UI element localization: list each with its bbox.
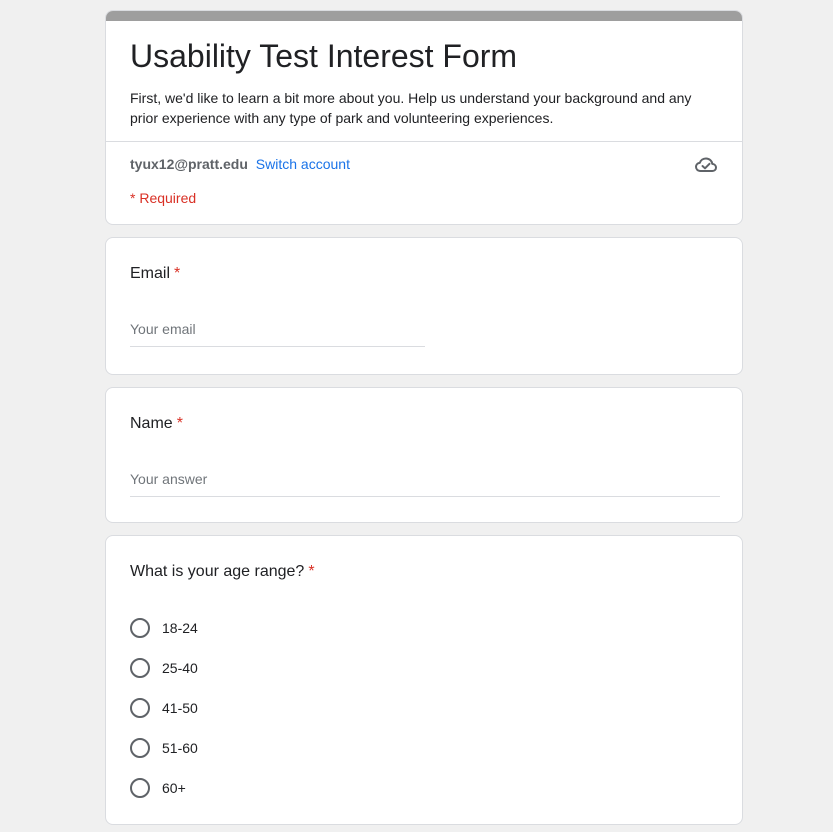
age-question-card: What is your age range? * 18-24 25-40 41-… <box>105 535 743 825</box>
radio-button[interactable] <box>130 778 150 798</box>
required-note: * Required <box>130 190 197 206</box>
header-divider <box>106 141 742 142</box>
required-asterisk: * <box>308 563 315 580</box>
radio-button[interactable] <box>130 658 150 678</box>
name-question-card: Name * <box>105 387 743 523</box>
age-question-title: What is your age range? * <box>130 560 315 584</box>
required-asterisk: * <box>174 265 181 282</box>
switch-account-link[interactable]: Switch account <box>256 156 350 172</box>
radio-option-41-50[interactable]: 41-50 <box>130 688 198 728</box>
radio-label: 60+ <box>162 780 186 796</box>
radio-button[interactable] <box>130 618 150 638</box>
radio-option-25-40[interactable]: 25-40 <box>130 648 198 688</box>
radio-button[interactable] <box>130 698 150 718</box>
form-description: First, we'd like to learn a bit more abo… <box>130 90 692 126</box>
radio-button[interactable] <box>130 738 150 758</box>
radio-label: 18-24 <box>162 620 198 636</box>
account-row: tyux12@pratt.edu Switch account <box>130 154 350 174</box>
cloud-check-icon[interactable] <box>694 155 718 175</box>
radio-option-18-24[interactable]: 18-24 <box>130 608 198 648</box>
name-label: Name <box>130 415 173 432</box>
email-label: Email <box>130 265 171 282</box>
form-header-card: Usability Test Interest Form First, we'd… <box>105 10 743 225</box>
radio-label: 41-50 <box>162 700 198 716</box>
email-question-title: Email * <box>130 262 180 286</box>
age-label: What is your age range? <box>130 563 305 580</box>
radio-label: 25-40 <box>162 660 198 676</box>
radio-option-60-plus[interactable]: 60+ <box>130 768 198 808</box>
account-email: tyux12@pratt.edu <box>130 156 248 172</box>
name-question-title: Name * <box>130 412 183 436</box>
header-accent-bar <box>106 11 742 21</box>
name-field[interactable] <box>130 468 720 497</box>
email-question-card: Email * <box>105 237 743 375</box>
required-asterisk: * <box>176 415 183 432</box>
age-radio-group: 18-24 25-40 41-50 51-60 60+ <box>130 608 198 808</box>
radio-option-51-60[interactable]: 51-60 <box>130 728 198 768</box>
radio-label: 51-60 <box>162 740 198 756</box>
form-title: Usability Test Interest Form <box>130 38 518 74</box>
email-field[interactable] <box>130 318 425 347</box>
